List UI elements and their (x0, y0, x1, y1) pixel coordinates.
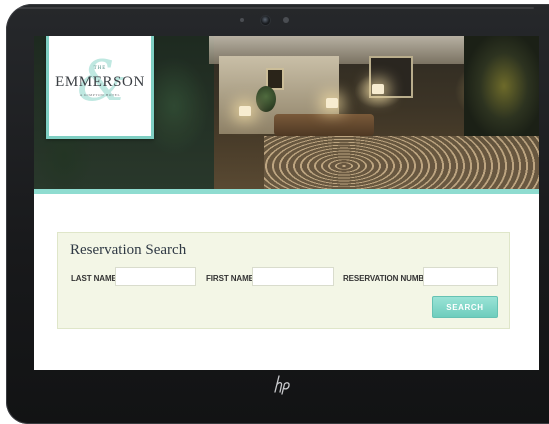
bezel-highlight (14, 7, 534, 9)
hero-tree (464, 36, 539, 146)
first-name-label: FIRST NAME (206, 274, 254, 283)
hero-topiary (256, 86, 276, 112)
hero-patterned-floor (264, 136, 539, 191)
last-name-input[interactable] (115, 267, 196, 286)
hp-logo-icon (274, 375, 290, 395)
logo-subtitle: A KIMPTON HOTEL (79, 93, 121, 97)
panel-title: Reservation Search (70, 242, 187, 258)
hero-lamp (372, 84, 384, 94)
logo-the: THE (93, 66, 107, 71)
hero-lamp (326, 98, 338, 108)
last-name-label: LAST NAME (71, 274, 117, 283)
brand-logo[interactable]: & THE EMMERSON A KIMPTON HOTEL (46, 36, 154, 139)
reservation-number-label: RESERVATION NUMBER (343, 274, 435, 283)
screen: & THE EMMERSON A KIMPTON HOTEL Reservati… (34, 36, 539, 370)
first-name-input[interactable] (252, 267, 334, 286)
sensor-dot-right (283, 17, 289, 23)
sensor-dot-left (240, 18, 244, 22)
logo-name: EMMERSON (55, 74, 145, 90)
camera-icon (261, 16, 270, 25)
reservation-search-panel: Reservation Search LAST NAME FIRST NAME … (57, 232, 510, 329)
reservation-number-input[interactable] (423, 267, 498, 286)
hero-sofa (274, 114, 374, 136)
hero-divider (34, 189, 539, 194)
search-button[interactable]: SEARCH (432, 296, 498, 318)
hero-lamp (239, 106, 251, 116)
